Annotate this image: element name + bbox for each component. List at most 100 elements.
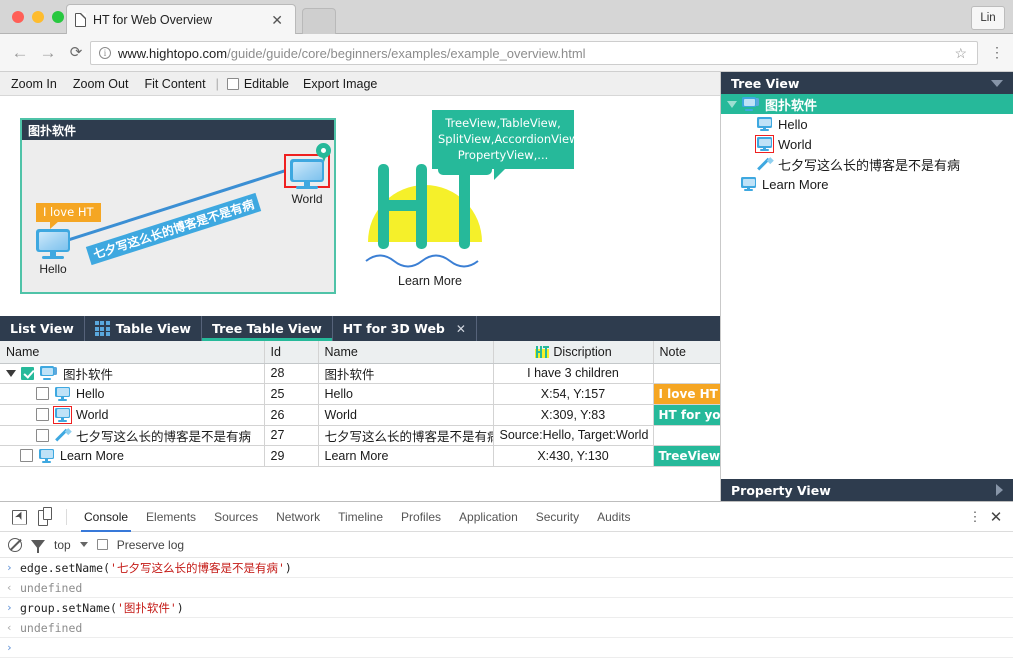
devtools-tab-security[interactable]: Security (527, 502, 588, 532)
row-checkbox[interactable] (21, 367, 34, 380)
minimize-window-button[interactable] (32, 11, 44, 23)
preserve-log-checkbox[interactable] (97, 539, 108, 550)
site-info-icon[interactable]: i (99, 47, 111, 59)
devtools-menu-icon[interactable]: ⋮ (967, 509, 983, 525)
checkbox-icon[interactable] (227, 78, 239, 90)
back-icon[interactable]: ← (10, 44, 30, 64)
row-checkbox[interactable] (36, 429, 49, 442)
cell-tree-name[interactable]: World (0, 404, 264, 425)
preserve-log-label: Preserve log (117, 538, 184, 552)
devtools-tab-sources[interactable]: Sources (205, 502, 267, 532)
account-button[interactable]: Lin (971, 6, 1005, 30)
reload-icon[interactable]: ⟳ (66, 44, 86, 64)
property-view-header[interactable]: Property View (720, 479, 1013, 501)
cell-tree-name[interactable]: 七夕写这么长的博客是不是有病 (0, 425, 264, 445)
cell-id: 28 (264, 363, 318, 383)
tree-item-edge[interactable]: 七夕写这么长的博客是不是有病 (721, 154, 1013, 174)
ht-logo-icon (350, 134, 510, 294)
tree-item-world[interactable]: World (721, 134, 1013, 154)
close-window-button[interactable] (12, 11, 24, 23)
tab-tree-table-view[interactable]: Tree Table View (202, 316, 333, 341)
devtools-close-icon[interactable]: ✕ (987, 508, 1005, 526)
inspect-element-icon[interactable] (6, 506, 32, 528)
table-row[interactable]: Learn More 29 Learn More X:430, Y:130 Tr… (0, 445, 720, 466)
tree-table-view[interactable]: Name Id Name Discription Note (0, 341, 720, 480)
node-hello[interactable]: I love HT Hello (36, 229, 70, 259)
devtools-tab-profiles[interactable]: Profiles (392, 502, 450, 532)
cell-tree-name[interactable]: Hello (0, 383, 264, 404)
devtools-tab-elements[interactable]: Elements (137, 502, 205, 532)
tab-list-view[interactable]: List View (0, 316, 85, 341)
console-context-label[interactable]: top (54, 538, 71, 552)
maximize-window-button[interactable] (52, 11, 64, 23)
expander-icon[interactable] (6, 370, 16, 377)
console-input-line: › edge.setName('七夕写这么长的博客是不是有病') (0, 558, 1013, 578)
tree-view-header[interactable]: Tree View (721, 72, 1013, 94)
table-row[interactable]: Hello 25 Hello X:54, Y:157 I love HT (0, 383, 720, 404)
browser-menu-icon[interactable]: ⋮ (990, 44, 1004, 60)
tree-item-label: World (778, 137, 812, 152)
filter-icon[interactable] (31, 540, 45, 549)
new-tab-button[interactable] (302, 8, 336, 34)
export-image-button[interactable]: Export Image (295, 77, 385, 91)
node-hello-label: Hello (39, 262, 66, 276)
table-row[interactable]: World 26 World X:309, Y:83 HT for your (0, 404, 720, 425)
cell-tree-name[interactable]: 图扑软件 (0, 363, 264, 383)
browser-tab[interactable]: HT for Web Overview ✕ (66, 4, 296, 34)
bookmark-star-icon[interactable]: ☆ (954, 45, 967, 62)
devtools-tab-console[interactable]: Console (75, 502, 137, 532)
tab-ht-for-3d-web[interactable]: HT for 3D Web ✕ (333, 316, 477, 341)
tree-item-group[interactable]: 图扑软件 (721, 94, 1013, 114)
devtools-tab-network[interactable]: Network (267, 502, 329, 532)
chevron-right-icon[interactable] (996, 484, 1003, 496)
node-learn-more[interactable]: TreeView,TableView, SplitView,AccordionV… (350, 106, 510, 291)
tree-item-label: 图扑软件 (765, 95, 817, 114)
row-checkbox[interactable] (36, 408, 49, 421)
col-header-name[interactable]: Name (318, 341, 493, 363)
result-arrow-icon: ‹ (6, 621, 20, 634)
window-controls (12, 11, 64, 23)
row-checkbox[interactable] (36, 387, 49, 400)
table-row[interactable]: 七夕写这么长的博客是不是有病 27 七夕写这么长的博客是不是有病 Source:… (0, 425, 720, 445)
zoom-out-button[interactable]: Zoom Out (65, 77, 137, 91)
ht-logo-icon (534, 346, 550, 358)
chevron-down-icon[interactable] (80, 542, 88, 547)
tree-item-hello[interactable]: Hello (721, 114, 1013, 134)
clear-console-icon[interactable] (8, 538, 22, 552)
zoom-in-button[interactable]: Zoom In (3, 77, 65, 91)
console-prompt[interactable]: › (0, 638, 1013, 658)
col-header-note[interactable]: Note (653, 341, 720, 363)
fit-content-button[interactable]: Fit Content (136, 77, 213, 91)
tree-item-label: 七夕写这么长的博客是不是有病 (778, 155, 960, 174)
cell-name: World (318, 404, 493, 425)
col-header-id[interactable]: Id (264, 341, 318, 363)
graph-view[interactable]: 图扑软件 七夕写这么长的博客是不是有病 I love HT Hello Worl… (0, 96, 720, 316)
row-checkbox[interactable] (20, 449, 33, 462)
device-toolbar-icon[interactable] (32, 506, 58, 528)
node-world[interactable]: World (290, 159, 324, 189)
editable-checkbox[interactable]: Editable (221, 77, 295, 91)
close-icon[interactable]: ✕ (456, 322, 466, 336)
divider (66, 509, 67, 525)
table-row[interactable]: 图扑软件 28 图扑软件 I have 3 children (0, 363, 720, 383)
cell-id: 29 (264, 445, 318, 466)
address-bar[interactable]: i www.hightopo.com /guide/guide/core/beg… (90, 41, 978, 65)
tree-item-learn-more[interactable]: Learn More (721, 174, 1013, 194)
tree-list[interactable]: 图扑软件 Hello World 七夕写这么长的博客是不是有病 (721, 94, 1013, 194)
close-tab-icon[interactable]: ✕ (267, 13, 287, 27)
console-output[interactable]: › edge.setName('七夕写这么长的博客是不是有病') ‹ undef… (0, 558, 1013, 658)
console-code-suffix: ) (285, 561, 292, 575)
devtools-tab-audits[interactable]: Audits (588, 502, 639, 532)
devtools-tab-application[interactable]: Application (450, 502, 527, 532)
forward-icon[interactable]: → (38, 44, 58, 64)
col-header-name-tree[interactable]: Name (0, 341, 264, 363)
grid-icon (95, 321, 110, 336)
chevron-down-icon[interactable] (991, 80, 1003, 87)
tab-table-view[interactable]: Table View (85, 316, 202, 341)
cell-id: 27 (264, 425, 318, 445)
expander-icon[interactable] (727, 101, 737, 108)
devtools-tab-timeline[interactable]: Timeline (329, 502, 392, 532)
node-world-label: World (291, 192, 322, 206)
cell-tree-name[interactable]: Learn More (0, 445, 264, 466)
col-header-discription[interactable]: Discription (493, 341, 653, 363)
